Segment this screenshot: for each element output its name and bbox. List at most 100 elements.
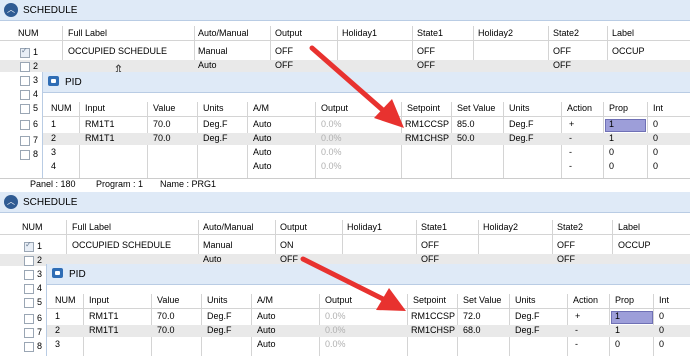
- pid-row[interactable]: 3 Auto 0.0% - 0 0: [47, 339, 690, 351]
- row-checkbox[interactable]: [24, 256, 34, 266]
- pid-am[interactable]: Auto: [253, 133, 272, 143]
- pid-setpoint[interactable]: RM1CHSP: [411, 325, 455, 335]
- pid-units[interactable]: Deg.F: [207, 311, 232, 321]
- row-state2[interactable]: OFF: [553, 46, 571, 56]
- pid-int[interactable]: 0: [659, 339, 664, 349]
- row-auto-manual[interactable]: Manual: [198, 46, 228, 56]
- row-state2[interactable]: OFF: [557, 254, 575, 264]
- row-checkbox[interactable]: [24, 298, 34, 308]
- pid-set-value[interactable]: 50.0: [457, 133, 475, 143]
- row-full-label[interactable]: OCCUPIED SCHEDULE: [68, 46, 167, 56]
- pid-units2[interactable]: Deg.F: [509, 119, 534, 129]
- pid-units2[interactable]: Deg.F: [509, 133, 534, 143]
- pid-am[interactable]: Auto: [253, 161, 272, 171]
- pid-prop[interactable]: 1: [609, 133, 614, 143]
- row-checkbox[interactable]: [20, 104, 30, 114]
- row-checkbox[interactable]: [20, 120, 30, 130]
- pid-units[interactable]: Deg.F: [207, 325, 232, 335]
- pid-input[interactable]: RM1T1: [89, 311, 119, 321]
- row-auto-manual[interactable]: Auto: [203, 254, 222, 264]
- pid-action[interactable]: -: [569, 133, 572, 143]
- row-checkbox[interactable]: [20, 46, 30, 58]
- pid-prop[interactable]: 1: [615, 311, 620, 321]
- pid-value[interactable]: 70.0: [153, 119, 171, 129]
- pid-prop[interactable]: 0: [609, 147, 614, 157]
- pid-am[interactable]: Auto: [257, 339, 276, 349]
- row-checkbox[interactable]: [20, 90, 30, 100]
- row-state1[interactable]: OFF: [417, 60, 435, 70]
- pid-row[interactable]: 2 RM1T1 70.0 Deg.F Auto 0.0% RM1CHSP 68.…: [47, 325, 690, 337]
- pid-am[interactable]: Auto: [253, 147, 272, 157]
- pid-prop[interactable]: 0: [609, 161, 614, 171]
- pid-action[interactable]: -: [569, 147, 572, 157]
- pid-row[interactable]: 2 RM1T1 70.0 Deg.F Auto 0.0% RM1CHSP 50.…: [43, 133, 690, 145]
- pid-row[interactable]: 1 RM1T1 70.0 Deg.F Auto 0.0% RM1CCSP 72.…: [47, 311, 690, 323]
- pid-row[interactable]: 1 RM1T1 70.0 Deg.F Auto 0.0% RM1CCSP 85.…: [43, 119, 690, 131]
- pid-int[interactable]: 0: [653, 119, 658, 129]
- pid-units2[interactable]: Deg.F: [515, 311, 540, 321]
- pid-setpoint[interactable]: RM1CCSP: [411, 311, 455, 321]
- pid-set-value[interactable]: 68.0: [463, 325, 481, 335]
- row-output[interactable]: OFF: [275, 46, 293, 56]
- row-checkbox[interactable]: [24, 314, 34, 324]
- row-checkbox[interactable]: [24, 342, 34, 352]
- pid-action[interactable]: -: [569, 161, 572, 171]
- pid-setpoint[interactable]: RM1CCSP: [405, 119, 449, 129]
- row-label[interactable]: OCCUP: [618, 240, 651, 250]
- pid-units[interactable]: Deg.F: [203, 133, 228, 143]
- row-checkbox[interactable]: [24, 284, 34, 294]
- row-state2[interactable]: OFF: [553, 60, 571, 70]
- schedule-row[interactable]: Auto OFF OFF OFF: [0, 60, 690, 72]
- pid-action[interactable]: -: [575, 339, 578, 349]
- pid-units[interactable]: Deg.F: [203, 119, 228, 129]
- pid-input[interactable]: RM1T1: [85, 133, 115, 143]
- pid-value[interactable]: 70.0: [153, 133, 171, 143]
- pid-int[interactable]: 0: [659, 311, 664, 321]
- pid-value[interactable]: 70.0: [157, 311, 175, 321]
- row-checkbox[interactable]: [20, 136, 30, 146]
- row-state1[interactable]: OFF: [417, 46, 435, 56]
- pid-units2[interactable]: Deg.F: [515, 325, 540, 335]
- row-checkbox[interactable]: [24, 240, 34, 252]
- pid-prop[interactable]: 1: [615, 325, 620, 335]
- row-output[interactable]: OFF: [280, 254, 298, 264]
- pid-am[interactable]: Auto: [257, 311, 276, 321]
- row-full-label[interactable]: OCCUPIED SCHEDULE: [72, 240, 171, 250]
- row-label[interactable]: OCCUP: [612, 46, 645, 56]
- row-auto-manual[interactable]: Manual: [203, 240, 233, 250]
- row-output[interactable]: OFF: [275, 60, 293, 70]
- collapse-chevron-icon[interactable]: ︿: [4, 195, 18, 209]
- row-checkbox[interactable]: [20, 150, 30, 160]
- pid-prop[interactable]: 0: [615, 339, 620, 349]
- pid-prop[interactable]: 1: [609, 119, 614, 129]
- pid-input[interactable]: RM1T1: [89, 325, 119, 335]
- row-state1[interactable]: OFF: [421, 254, 439, 264]
- pid-int[interactable]: 0: [653, 161, 658, 171]
- pid-row[interactable]: 4 Auto 0.0% - 0 0: [43, 161, 690, 173]
- pid-setpoint[interactable]: RM1CHSP: [405, 133, 449, 143]
- row-state1[interactable]: OFF: [421, 240, 439, 250]
- pid-row[interactable]: 3 Auto 0.0% - 0 0: [43, 147, 690, 159]
- pid-int[interactable]: 0: [653, 147, 658, 157]
- row-auto-manual[interactable]: Auto: [198, 60, 217, 70]
- pid-value[interactable]: 70.0: [157, 325, 175, 335]
- pid-int[interactable]: 0: [659, 325, 664, 335]
- pid-input[interactable]: RM1T1: [85, 119, 115, 129]
- pid-set-value[interactable]: 72.0: [463, 311, 481, 321]
- pid-set-value[interactable]: 85.0: [457, 119, 475, 129]
- pid-action[interactable]: +: [575, 311, 580, 321]
- pid-action[interactable]: +: [569, 119, 574, 129]
- pid-int[interactable]: 0: [653, 133, 658, 143]
- row-output[interactable]: ON: [280, 240, 294, 250]
- schedule-row[interactable]: OCCUPIED SCHEDULE Manual ON OFF OFF OCCU…: [0, 240, 690, 252]
- schedule-row[interactable]: OCCUPIED SCHEDULE Manual OFF OFF OFF OCC…: [0, 46, 690, 58]
- row-checkbox[interactable]: [24, 328, 34, 338]
- pid-am[interactable]: Auto: [257, 325, 276, 335]
- collapse-chevron-icon[interactable]: ︿: [4, 3, 18, 17]
- row-state2[interactable]: OFF: [557, 240, 575, 250]
- pid-am[interactable]: Auto: [253, 119, 272, 129]
- pid-action[interactable]: -: [575, 325, 578, 335]
- row-checkbox[interactable]: [24, 270, 34, 280]
- row-checkbox[interactable]: [20, 76, 30, 86]
- row-checkbox[interactable]: [20, 62, 30, 72]
